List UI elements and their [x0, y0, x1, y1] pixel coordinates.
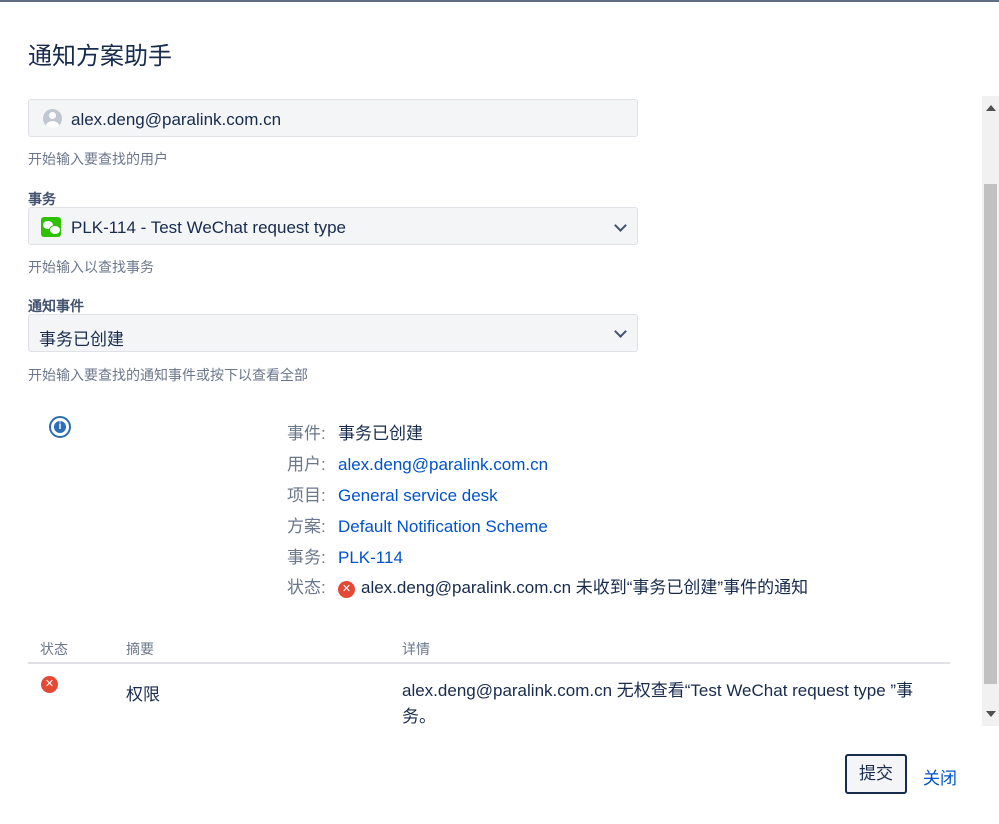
dialog-content[interactable]: alex.deng@paralink.com.cn 开始输入要查找的用户 事务 … — [0, 96, 982, 726]
summary-event: 事件: 事务已创建 — [287, 424, 423, 443]
table-cell-summary: 权限 — [126, 685, 160, 704]
chevron-down-icon — [614, 325, 627, 338]
error-icon: ✕ — [41, 676, 58, 693]
summary-issue-link[interactable]: PLK-114 — [338, 548, 403, 567]
summary-scheme: 方案: Default Notification Scheme — [287, 517, 548, 536]
issue-label: 事务 — [28, 191, 56, 207]
chevron-down-icon — [614, 219, 627, 232]
issue-select[interactable]: PLK-114 - Test WeChat request type — [28, 207, 638, 245]
issue-select-value: PLK-114 - Test WeChat request type — [71, 218, 346, 237]
dialog-title: 通知方案助手 — [28, 43, 172, 70]
event-select-value: 事务已创建 — [39, 330, 124, 349]
table-cell-details: alex.deng@paralink.com.cn 无权查看“Test WeCh… — [402, 681, 914, 726]
wechat-icon — [41, 217, 61, 237]
summary-status: 状态: ✕ alex.deng@paralink.com.cn 未收到“事务已创建”… — [287, 578, 809, 598]
user-picker[interactable]: alex.deng@paralink.com.cn — [28, 99, 638, 137]
summary-user: 用户: alex.deng@paralink.com.cn — [287, 455, 549, 474]
event-help: 开始输入要查找的通知事件或按下以查看全部 — [28, 367, 308, 383]
summary-status-value: alex.deng@paralink.com.cn 未收到“事务已创建”事件的通… — [361, 578, 809, 597]
scroll-up-arrow-icon[interactable] — [986, 105, 996, 111]
close-link[interactable]: 关闭 — [923, 764, 957, 789]
summary-event-value: 事务已创建 — [338, 424, 423, 443]
table-header-divider — [28, 662, 950, 664]
summary-scheme-link[interactable]: Default Notification Scheme — [338, 517, 548, 536]
scrollbar-thumb[interactable] — [984, 184, 997, 684]
summary-project-link[interactable]: General service desk — [338, 486, 498, 505]
scrollbar[interactable] — [982, 96, 999, 726]
window-top-border — [0, 0, 999, 2]
error-icon: ✕ — [338, 581, 355, 598]
table-header-summary: 摘要 — [126, 641, 154, 657]
user-picker-help: 开始输入要查找的用户 — [28, 151, 168, 167]
event-label: 通知事件 — [28, 298, 84, 314]
issue-help: 开始输入以查找事务 — [28, 259, 154, 275]
scroll-down-arrow-icon[interactable] — [986, 711, 996, 717]
table-header-details: 详情 — [402, 641, 430, 657]
summary-issue: 事务: PLK-114 — [287, 548, 403, 567]
summary-project: 项目: General service desk — [287, 486, 498, 505]
user-avatar-icon — [43, 109, 62, 128]
info-icon: i — [49, 416, 71, 438]
submit-button[interactable]: 提交 — [845, 754, 907, 794]
summary-user-link[interactable]: alex.deng@paralink.com.cn — [338, 455, 548, 474]
event-select[interactable]: 事务已创建 — [28, 314, 638, 352]
table-header-status: 状态 — [40, 641, 68, 657]
user-picker-value: alex.deng@paralink.com.cn — [71, 110, 282, 129]
